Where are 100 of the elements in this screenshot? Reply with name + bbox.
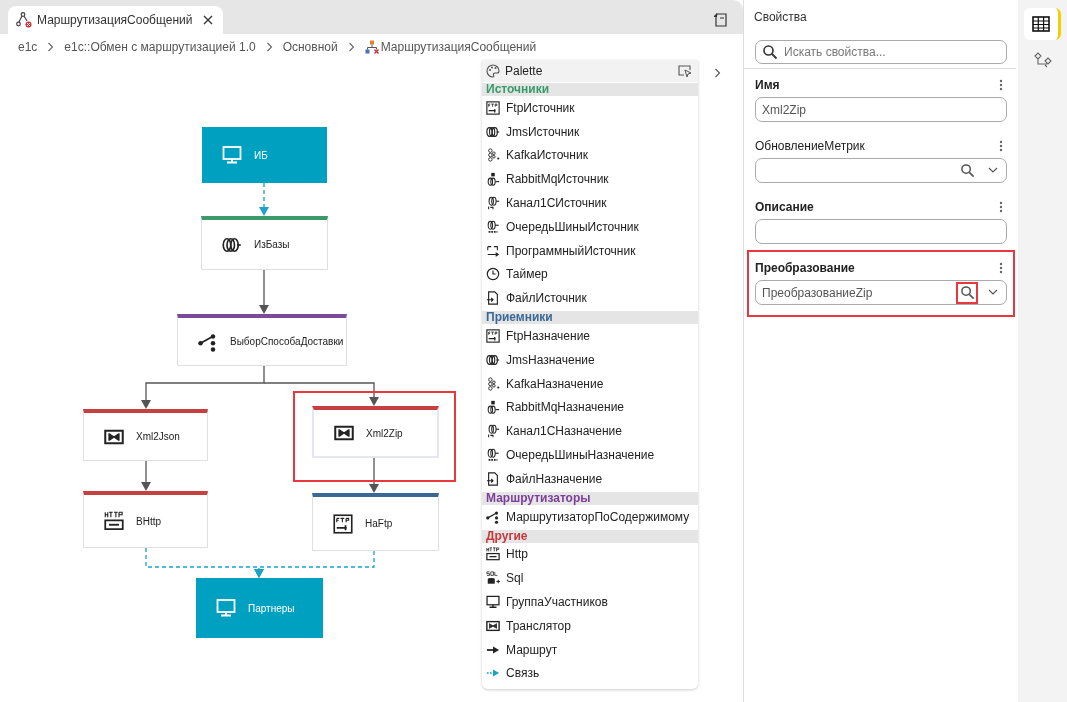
breadcrumb-link[interactable]: МаршрутизацияСообщений — [380, 40, 537, 54]
palette-item[interactable]: Http — [482, 542, 698, 567]
queue-icon — [486, 400, 500, 415]
ftp-icon — [486, 100, 500, 115]
nodes-icon — [486, 148, 500, 163]
flow-node[interactable]: НаFtp — [312, 493, 439, 551]
palette-group-header: Приемники — [482, 311, 698, 325]
palette-item[interactable]: ФайлНазначение — [482, 466, 698, 491]
palette-item[interactable]: ПрограммныйИсточник — [482, 238, 698, 263]
chevron-icon — [47, 42, 55, 52]
property-label: Описание — [755, 200, 814, 214]
route-arrow[interactable] — [263, 382, 379, 406]
search-icon — [959, 285, 975, 300]
document-icon[interactable] — [713, 12, 729, 28]
palette-group-header: Источники — [482, 83, 698, 96]
shapes-icon — [1032, 51, 1053, 69]
palette-group-header: Другие — [482, 529, 698, 543]
palette-item[interactable]: ФайлИсточник — [482, 286, 698, 311]
more-icon[interactable] — [999, 262, 1003, 274]
palette-item[interactable]: FtpИсточник — [482, 96, 698, 120]
palette-item[interactable]: ОчередьШиныНазначение — [482, 443, 698, 467]
input-field[interactable]: Xml2Zip — [755, 97, 1007, 122]
dashed-connector[interactable] — [259, 182, 269, 216]
palette-title: Palette — [505, 64, 544, 78]
lookup-field[interactable] — [755, 158, 1007, 183]
node-label: ИзБазы — [254, 239, 290, 250]
palette-item[interactable]: ГруппаУчастников — [482, 590, 698, 614]
palette-item[interactable]: RabbitMqИсточник — [482, 167, 698, 192]
panel-title: Свойства — [753, 9, 808, 26]
bus-queue-icon — [486, 448, 500, 463]
file-icon — [486, 291, 500, 306]
node-label: Xml2Zip — [366, 427, 403, 439]
hierarchy-icon — [364, 40, 379, 54]
http-icon — [104, 511, 124, 531]
dropdown-chevron-icon[interactable] — [988, 289, 998, 296]
route-arrow[interactable] — [259, 269, 269, 314]
more-icon[interactable] — [999, 140, 1003, 152]
ftp-icon — [486, 329, 500, 344]
property-label: Имя — [755, 78, 780, 92]
monitor-icon — [222, 145, 242, 165]
channel-icon — [486, 196, 500, 211]
breadcrumb-link[interactable]: e1c::Обмен с маршрутизацией 1.0 — [64, 40, 256, 54]
palette-item[interactable]: Транслятор — [482, 613, 698, 638]
sidebar-tab[interactable] — [1024, 8, 1061, 40]
palette-item[interactable]: RabbitMqНазначение — [482, 395, 698, 420]
palette-item[interactable]: Маршрут — [482, 637, 698, 662]
flow-node[interactable]: Xml2Zip — [312, 406, 439, 458]
search-field[interactable]: Искать свойства... — [755, 40, 1007, 64]
search-icon — [762, 44, 778, 60]
channel-icon — [486, 424, 500, 439]
palette-item[interactable]: ОчередьШиныИсточник — [482, 215, 698, 239]
branch-icon — [198, 331, 218, 352]
editor-tab[interactable]: МаршрутизацияСообщений — [8, 6, 224, 34]
translator-icon — [486, 618, 500, 633]
palette-item[interactable]: FtpНазначение — [482, 324, 698, 348]
lookup-field[interactable]: ПреобразованиеZip — [755, 280, 1007, 305]
chevron-icon[interactable] — [714, 68, 721, 78]
flow-node[interactable]: ВыборСпособаДоставки — [177, 314, 347, 366]
http-icon — [486, 547, 500, 562]
node-label: НаFtp — [365, 518, 393, 529]
monitor-icon — [216, 598, 236, 618]
palette-icon — [486, 64, 500, 78]
dropdown-chevron-icon[interactable] — [988, 167, 998, 174]
palette-item[interactable]: JmsИсточник — [482, 119, 698, 144]
palette-item[interactable]: Sql — [482, 566, 698, 591]
palette-group-header: Маршрутизаторы — [482, 491, 698, 505]
chevron-icon — [265, 42, 273, 52]
palette-item[interactable]: JmsНазначение — [482, 347, 698, 372]
select-tool-icon[interactable] — [678, 65, 692, 77]
search-icon — [959, 163, 975, 178]
palette-item[interactable]: МаршрутизаторПоСодержимому — [482, 504, 698, 529]
program-icon — [486, 243, 500, 258]
route-arrow[interactable] — [141, 365, 265, 409]
palette-item[interactable]: Канал1СНазначение — [482, 419, 698, 444]
palette-item[interactable]: Связь — [482, 661, 698, 686]
close-icon[interactable] — [203, 15, 214, 25]
breadcrumb-link[interactable]: Основной — [282, 40, 338, 54]
flow-node[interactable]: ИзБазы — [201, 216, 328, 270]
more-icon[interactable] — [999, 201, 1003, 213]
palette-item[interactable]: KafkaНазначение — [482, 371, 698, 396]
palette-item[interactable]: Таймер — [482, 262, 698, 287]
node-label: Xml2Json — [136, 431, 180, 442]
property-label: Преобразование — [755, 261, 855, 275]
database-icon — [486, 571, 500, 586]
flow-node[interactable]: Xml2Json — [83, 409, 208, 461]
flow-node[interactable]: ВHttp — [83, 491, 208, 548]
ftp-icon — [333, 513, 353, 534]
palette-item[interactable]: Канал1СИсточник — [482, 191, 698, 215]
more-icon[interactable] — [999, 79, 1003, 91]
input-field[interactable] — [755, 219, 1007, 244]
route-arrow[interactable] — [369, 457, 379, 493]
branch-icon — [486, 509, 500, 524]
breadcrumb-link[interactable]: e1c — [18, 40, 38, 54]
palette-item[interactable]: KafkaИсточник — [482, 143, 698, 168]
nodes-icon — [486, 376, 500, 391]
clock-icon — [486, 267, 500, 282]
search-button[interactable] — [956, 281, 978, 304]
translator-icon — [334, 423, 354, 443]
route-arrow[interactable] — [141, 460, 151, 491]
monitor-icon — [486, 595, 500, 610]
